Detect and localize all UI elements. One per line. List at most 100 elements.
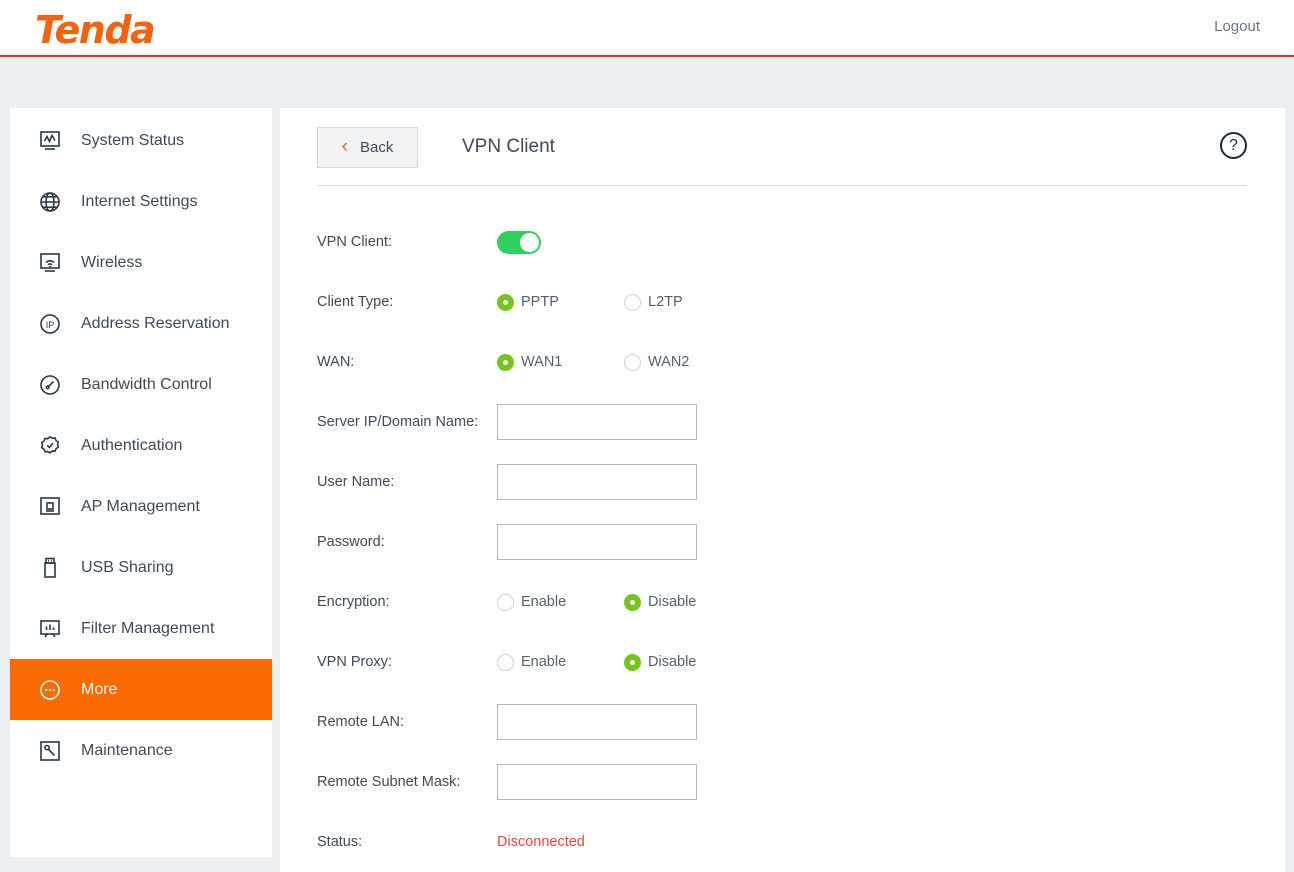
row-password: Password:	[280, 512, 1285, 572]
radio-dot-icon	[624, 594, 641, 611]
sidebar-item-filter-management[interactable]: Filter Management	[10, 598, 272, 659]
sidebar-nav: System Status Internet Settings Wireless	[10, 108, 272, 857]
globe-icon	[37, 189, 63, 215]
field-label: User Name:	[317, 474, 497, 490]
row-server-ip: Server IP/Domain Name:	[280, 392, 1285, 452]
field-label: Password:	[317, 534, 497, 550]
sidebar-item-bandwidth-control[interactable]: Bandwidth Control	[10, 354, 272, 415]
vpn-client-form: VPN Client: Client Type: PPTP L2TP	[280, 185, 1285, 872]
more-circle-icon	[37, 677, 63, 703]
sidebar-item-label: Authentication	[81, 437, 182, 455]
field-label: Remote Subnet Mask:	[317, 774, 497, 790]
badge-check-icon	[37, 433, 63, 459]
content-header: ‹ Back VPN Client ?	[280, 108, 1285, 185]
sidebar-item-label: Internet Settings	[81, 193, 198, 211]
sidebar-item-address-reservation[interactable]: IP Address Reservation	[10, 293, 272, 354]
sidebar-item-more[interactable]: More	[10, 659, 272, 720]
svg-text:IP: IP	[46, 320, 55, 330]
sidebar-item-label: More	[81, 681, 117, 699]
sidebar-item-system-status[interactable]: System Status	[10, 110, 272, 171]
vpn-client-toggle[interactable]	[497, 231, 541, 254]
radio-dot-icon	[497, 654, 514, 671]
monitor-chart-icon	[37, 128, 63, 154]
remote-lan-input[interactable]	[497, 704, 697, 740]
radio-encryption-enable[interactable]: Enable	[497, 594, 624, 611]
header-divider	[317, 185, 1247, 186]
sidebar-item-label: Address Reservation	[81, 315, 230, 333]
field-label: VPN Client:	[317, 234, 497, 250]
radio-vpn-proxy-disable[interactable]: Disable	[624, 654, 751, 671]
client-type-radio-group: PPTP L2TP	[497, 294, 751, 311]
row-status: Status: Disconnected	[280, 812, 1285, 872]
back-button-label: Back	[360, 139, 393, 156]
radio-client-type-pptp[interactable]: PPTP	[497, 294, 624, 311]
help-icon[interactable]: ?	[1220, 132, 1247, 159]
field-label: Encryption:	[317, 594, 497, 610]
sidebar-item-ap-management[interactable]: AP Management	[10, 476, 272, 537]
sidebar-item-internet-settings[interactable]: Internet Settings	[10, 171, 272, 232]
password-input[interactable]	[497, 524, 697, 560]
wan-radio-group: WAN1 WAN2	[497, 354, 751, 371]
radio-wan-wan1[interactable]: WAN1	[497, 354, 624, 371]
server-ip-input[interactable]	[497, 404, 697, 440]
radio-label: L2TP	[648, 294, 683, 310]
field-label: Status:	[317, 834, 497, 850]
row-vpn-client: VPN Client:	[280, 212, 1285, 272]
sidebar-item-label: Bandwidth Control	[81, 376, 212, 394]
ip-circle-icon: IP	[37, 311, 63, 337]
field-control	[497, 764, 697, 800]
encryption-radio-group: Enable Disable	[497, 594, 751, 611]
radio-client-type-l2tp[interactable]: L2TP	[624, 294, 751, 311]
radio-dot-icon	[497, 294, 514, 311]
row-encryption: Encryption: Enable Disable	[280, 572, 1285, 632]
radio-dot-icon	[624, 294, 641, 311]
field-control	[497, 524, 697, 560]
sidebar-item-wireless[interactable]: Wireless	[10, 232, 272, 293]
radio-label: Disable	[648, 654, 696, 670]
status-value: Disconnected	[497, 834, 585, 850]
sidebar-item-label: AP Management	[81, 498, 200, 516]
monitor-wifi-icon	[37, 250, 63, 276]
vpn-proxy-radio-group: Enable Disable	[497, 654, 751, 671]
radio-label: Enable	[521, 654, 566, 670]
radio-label: Disable	[648, 594, 696, 610]
row-user-name: User Name:	[280, 452, 1285, 512]
radio-dot-icon	[497, 354, 514, 371]
radio-label: WAN2	[648, 354, 689, 370]
sidebar-item-label: System Status	[81, 132, 184, 150]
radio-label: Enable	[521, 594, 566, 610]
page-title: VPN Client	[462, 136, 555, 158]
app-header: Tenda Logout	[0, 0, 1294, 57]
gauge-icon	[37, 372, 63, 398]
field-control: Disconnected	[497, 834, 585, 850]
radio-dot-icon	[497, 594, 514, 611]
radio-label: PPTP	[521, 294, 559, 310]
usb-stick-icon	[37, 555, 63, 581]
radio-encryption-disable[interactable]: Disable	[624, 594, 751, 611]
field-control	[497, 464, 697, 500]
radio-wan-wan2[interactable]: WAN2	[624, 354, 751, 371]
bar-chart-easel-icon	[37, 616, 63, 642]
field-label: Remote LAN:	[317, 714, 497, 730]
wrench-icon	[37, 738, 63, 764]
row-remote-lan: Remote LAN:	[280, 692, 1285, 752]
field-label: VPN Proxy:	[317, 654, 497, 670]
logout-link[interactable]: Logout	[1214, 18, 1260, 35]
radio-vpn-proxy-enable[interactable]: Enable	[497, 654, 624, 671]
row-wan: WAN: WAN1 WAN2	[280, 332, 1285, 392]
sidebar-item-maintenance[interactable]: Maintenance	[10, 720, 272, 781]
row-remote-subnet-mask: Remote Subnet Mask:	[280, 752, 1285, 812]
sidebar-item-authentication[interactable]: Authentication	[10, 415, 272, 476]
field-control	[497, 704, 697, 740]
user-name-input[interactable]	[497, 464, 697, 500]
remote-subnet-mask-input[interactable]	[497, 764, 697, 800]
radio-label: WAN1	[521, 354, 562, 370]
monitor-square-icon	[37, 494, 63, 520]
sidebar-item-usb-sharing[interactable]: USB Sharing	[10, 537, 272, 598]
sidebar-item-label: Maintenance	[81, 742, 173, 760]
back-button[interactable]: ‹ Back	[317, 127, 418, 168]
tenda-logo: Tenda	[35, 8, 154, 52]
row-vpn-proxy: VPN Proxy: Enable Disable	[280, 632, 1285, 692]
radio-dot-icon	[624, 654, 641, 671]
field-label: WAN:	[317, 354, 497, 370]
